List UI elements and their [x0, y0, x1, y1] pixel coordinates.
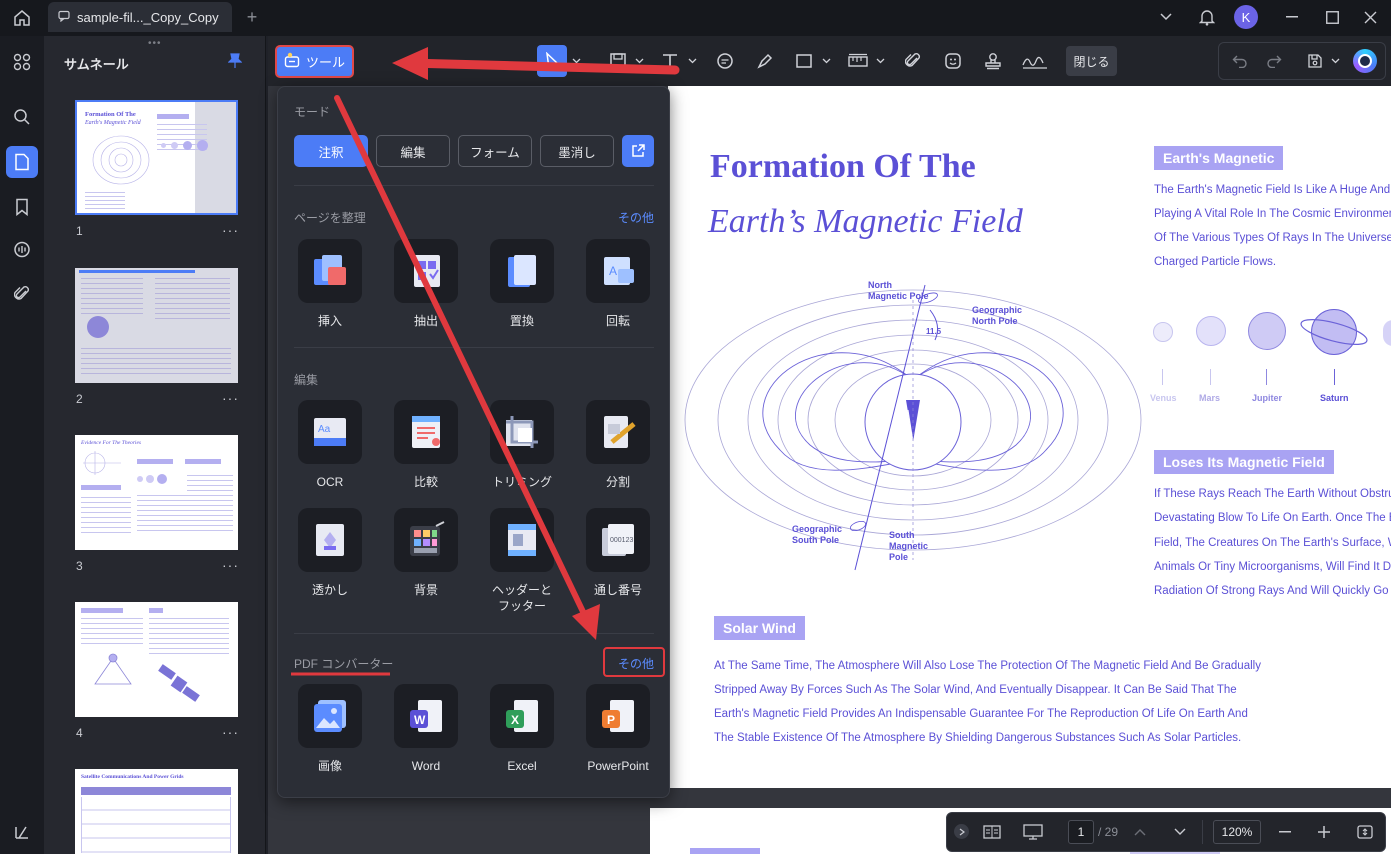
tutorial-annotation-overlay — [291, 47, 680, 676]
annotation-highlight-box — [603, 647, 665, 677]
